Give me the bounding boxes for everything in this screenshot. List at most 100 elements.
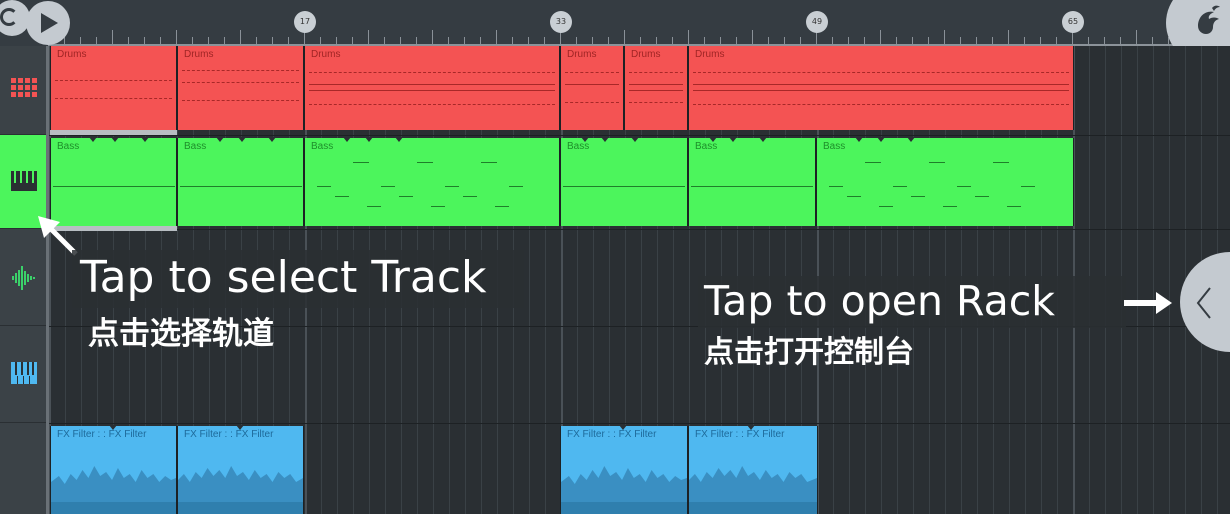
- grid-column: [1137, 46, 1138, 514]
- selection-indicator: [50, 130, 177, 135]
- timeline-marker-17[interactable]: 17: [294, 11, 316, 33]
- waveform: [178, 466, 303, 502]
- ruler-tick: [720, 37, 721, 44]
- ruler-tick: [848, 37, 849, 44]
- ruler-tick: [1152, 37, 1153, 44]
- clip-label: Bass: [311, 141, 334, 152]
- clip-label: Bass: [823, 141, 846, 152]
- ruler-tick: [640, 37, 641, 44]
- ruler-tick: [112, 30, 113, 44]
- ruler-tick: [64, 37, 65, 44]
- ruler-tick: [288, 37, 289, 44]
- play-button[interactable]: [26, 1, 70, 45]
- clip-label: Bass: [567, 141, 590, 152]
- clip-label: Drums: [567, 49, 597, 60]
- ruler-tick: [1088, 37, 1089, 44]
- loop-icon: [0, 8, 18, 26]
- ruler-tick: [608, 37, 609, 44]
- clip-label: Drums: [184, 49, 214, 60]
- clip-label: FX Filter : : FX Filter: [695, 429, 785, 440]
- ruler-tick: [976, 37, 977, 44]
- piano-keys-icon: [11, 171, 37, 191]
- clip-bass[interactable]: Bass: [816, 137, 1074, 226]
- ruler-tick: [688, 30, 689, 44]
- timeline-marker-65[interactable]: 65: [1062, 11, 1084, 33]
- ruler-tick: [928, 37, 929, 44]
- ruler-tick: [672, 37, 673, 44]
- ruler-tick: [128, 37, 129, 44]
- clip-label: Drums: [695, 49, 725, 60]
- clip-bass[interactable]: Bass: [304, 137, 560, 226]
- ruler-tick: [432, 30, 433, 44]
- clip-fx-filter[interactable]: FX Filter : : FX Filter: [50, 425, 177, 514]
- hint-open-rack-en: Tap to open Rack: [704, 277, 1055, 325]
- ruler-tick: [480, 37, 481, 44]
- play-icon: [41, 13, 58, 33]
- ruler-tick: [944, 30, 945, 44]
- ruler-tick: [1120, 37, 1121, 44]
- ruler-tick: [992, 37, 993, 44]
- ruler-tick: [272, 37, 273, 44]
- ruler-tick: [528, 37, 529, 44]
- ruler-tick: [256, 37, 257, 44]
- clip-drums[interactable]: Drums: [624, 46, 688, 130]
- clip-drums[interactable]: Drums: [177, 46, 304, 130]
- ruler-tick: [576, 37, 577, 44]
- ruler-tick: [592, 37, 593, 44]
- clip-label: Bass: [57, 141, 80, 152]
- clip-bass[interactable]: Bass: [50, 137, 177, 226]
- track-header-drums[interactable]: [0, 46, 48, 135]
- grid-column: [1169, 46, 1170, 514]
- clip-bass[interactable]: Bass: [560, 137, 688, 226]
- ruler-tick: [448, 37, 449, 44]
- ruler-tick: [1008, 30, 1009, 44]
- ruler-tick: [1104, 37, 1105, 44]
- ruler-tick: [624, 30, 625, 44]
- ruler-tick: [960, 37, 961, 44]
- ruler-tick: [1056, 37, 1057, 44]
- grid-row-divider: [49, 423, 1230, 424]
- ruler-tick: [368, 30, 369, 44]
- waveform: [51, 466, 176, 502]
- ruler-tick: [80, 37, 81, 44]
- timeline-marker-49[interactable]: 49: [806, 11, 828, 33]
- ruler-ticks: [0, 0, 1230, 46]
- grid-row-divider: [49, 135, 1230, 136]
- waveform: [561, 466, 687, 502]
- waveform: [689, 466, 817, 502]
- clip-drums[interactable]: Drums: [304, 46, 560, 130]
- clip-fx-filter[interactable]: FX Filter : : FX Filter: [560, 425, 688, 514]
- clip-label: Drums: [57, 49, 87, 60]
- ruler-tick: [224, 37, 225, 44]
- clip-label: Bass: [184, 141, 207, 152]
- ruler-tick: [752, 30, 753, 44]
- ruler-tick: [384, 37, 385, 44]
- ruler-tick: [496, 30, 497, 44]
- ruler-tick: [896, 37, 897, 44]
- ruler-tick: [336, 37, 337, 44]
- ruler-tick: [864, 37, 865, 44]
- timeline-marker-33[interactable]: 33: [550, 11, 572, 33]
- clip-drums[interactable]: Drums: [560, 46, 624, 130]
- ruler-tick: [352, 37, 353, 44]
- sidebar-divider: [46, 46, 49, 514]
- fl-studio-logo-icon: [1198, 5, 1220, 34]
- ruler-tick: [240, 30, 241, 44]
- clip-label: Drums: [311, 49, 341, 60]
- clip-fx-filter[interactable]: FX Filter : : FX Filter: [177, 425, 304, 514]
- clip-bass[interactable]: Bass: [177, 137, 304, 226]
- clip-label: FX Filter : : FX Filter: [184, 429, 274, 440]
- clip-label: FX Filter : : FX Filter: [57, 429, 147, 440]
- clip-drums[interactable]: Drums: [688, 46, 1074, 130]
- ruler-tick: [208, 37, 209, 44]
- ruler-tick: [544, 37, 545, 44]
- ruler-tick: [400, 37, 401, 44]
- track-header-keys[interactable]: [0, 326, 48, 423]
- ruler-tick: [832, 37, 833, 44]
- ruler-tick: [800, 37, 801, 44]
- clip-drums[interactable]: Drums: [50, 46, 177, 130]
- clip-bass[interactable]: Bass: [688, 137, 816, 226]
- clip-fx-filter[interactable]: FX Filter : : FX Filter: [688, 425, 818, 514]
- track-header-fx[interactable]: [0, 423, 48, 514]
- drum-pads-icon: [11, 78, 37, 97]
